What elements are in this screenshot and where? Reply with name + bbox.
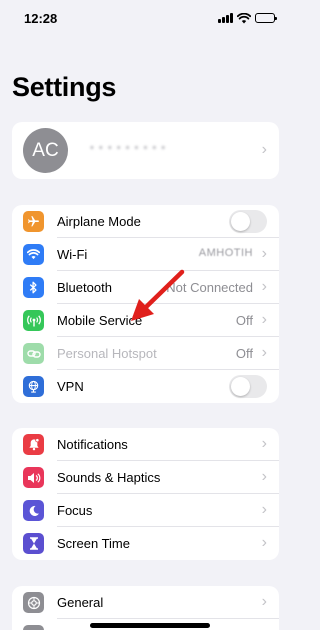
- general-row[interactable]: General ›: [12, 586, 279, 619]
- chevron-right-icon: ›: [261, 468, 267, 485]
- page-title: Settings: [12, 72, 117, 102]
- chevron-right-icon: ›: [261, 278, 267, 295]
- screen-time-label: Screen Time: [57, 536, 130, 551]
- personal-hotspot-row[interactable]: Personal Hotspot Off ›: [12, 337, 279, 370]
- chevron-right-icon: ›: [261, 501, 267, 518]
- notifications-group: Notifications › Sounds & Haptics › Focus…: [12, 428, 279, 560]
- speaker-icon: [23, 467, 44, 488]
- focus-label: Focus: [57, 503, 93, 518]
- airplane-mode-toggle[interactable]: [229, 210, 267, 233]
- battery-icon: [255, 13, 277, 23]
- annotation-arrow-icon: [131, 269, 185, 321]
- wifi-status-icon: [237, 12, 251, 23]
- vpn-toggle[interactable]: [229, 375, 267, 398]
- notifications-label: Notifications: [57, 437, 128, 452]
- personal-hotspot-status: Off: [235, 346, 253, 361]
- sounds-haptics-row[interactable]: Sounds & Haptics ›: [12, 461, 279, 494]
- gear-icon: [23, 592, 44, 613]
- vpn-label: VPN: [57, 379, 84, 394]
- airplane-mode-label: Airplane Mode: [57, 214, 141, 229]
- personal-hotspot-label: Personal Hotspot: [57, 346, 157, 361]
- profile-name-redacted: • • • • • • • • •: [90, 142, 167, 154]
- wifi-row[interactable]: Wi-Fi AMHOTIH ›: [12, 238, 279, 271]
- wifi-network-name: AMHOTIH: [198, 247, 253, 259]
- moon-icon: [23, 500, 44, 521]
- bluetooth-icon: [23, 277, 44, 298]
- notifications-row[interactable]: Notifications ›: [12, 428, 279, 461]
- status-time: 12:28: [24, 11, 58, 26]
- notifications-bell-icon: [23, 434, 44, 455]
- mobile-service-status: Off: [235, 313, 253, 328]
- chevron-right-icon: ›: [261, 141, 267, 158]
- hotspot-link-icon: [23, 343, 44, 364]
- status-bar: 12:28: [0, 0, 291, 40]
- cellular-antenna-icon: [23, 310, 44, 331]
- chevron-right-icon: ›: [261, 311, 267, 328]
- settings-item-icon: [23, 625, 44, 630]
- cellular-signal-icon: [218, 13, 233, 23]
- wifi-icon: [23, 244, 44, 265]
- general-label: General: [57, 595, 104, 610]
- vpn-row: VPN: [12, 370, 279, 403]
- wifi-label: Wi-Fi: [57, 247, 88, 262]
- chevron-right-icon: ›: [261, 245, 267, 262]
- bluetooth-label: Bluetooth: [57, 280, 112, 295]
- apple-id-profile-row[interactable]: AC • • • • • • • • • ›: [12, 122, 279, 179]
- chevron-right-icon: ›: [261, 593, 267, 610]
- airplane-mode-row: Airplane Mode: [12, 205, 279, 238]
- chevron-right-icon: ›: [261, 534, 267, 551]
- chevron-right-icon: ›: [261, 344, 267, 361]
- home-indicator: [90, 623, 210, 628]
- focus-row[interactable]: Focus ›: [12, 494, 279, 527]
- sounds-haptics-label: Sounds & Haptics: [57, 470, 161, 485]
- airplane-icon: [23, 211, 44, 232]
- chevron-right-icon: ›: [261, 435, 267, 452]
- status-icons: [218, 12, 277, 24]
- screen-time-row[interactable]: Screen Time ›: [12, 527, 279, 560]
- avatar: AC: [23, 128, 68, 173]
- vpn-globe-icon: [23, 376, 44, 397]
- hourglass-icon: [23, 533, 44, 554]
